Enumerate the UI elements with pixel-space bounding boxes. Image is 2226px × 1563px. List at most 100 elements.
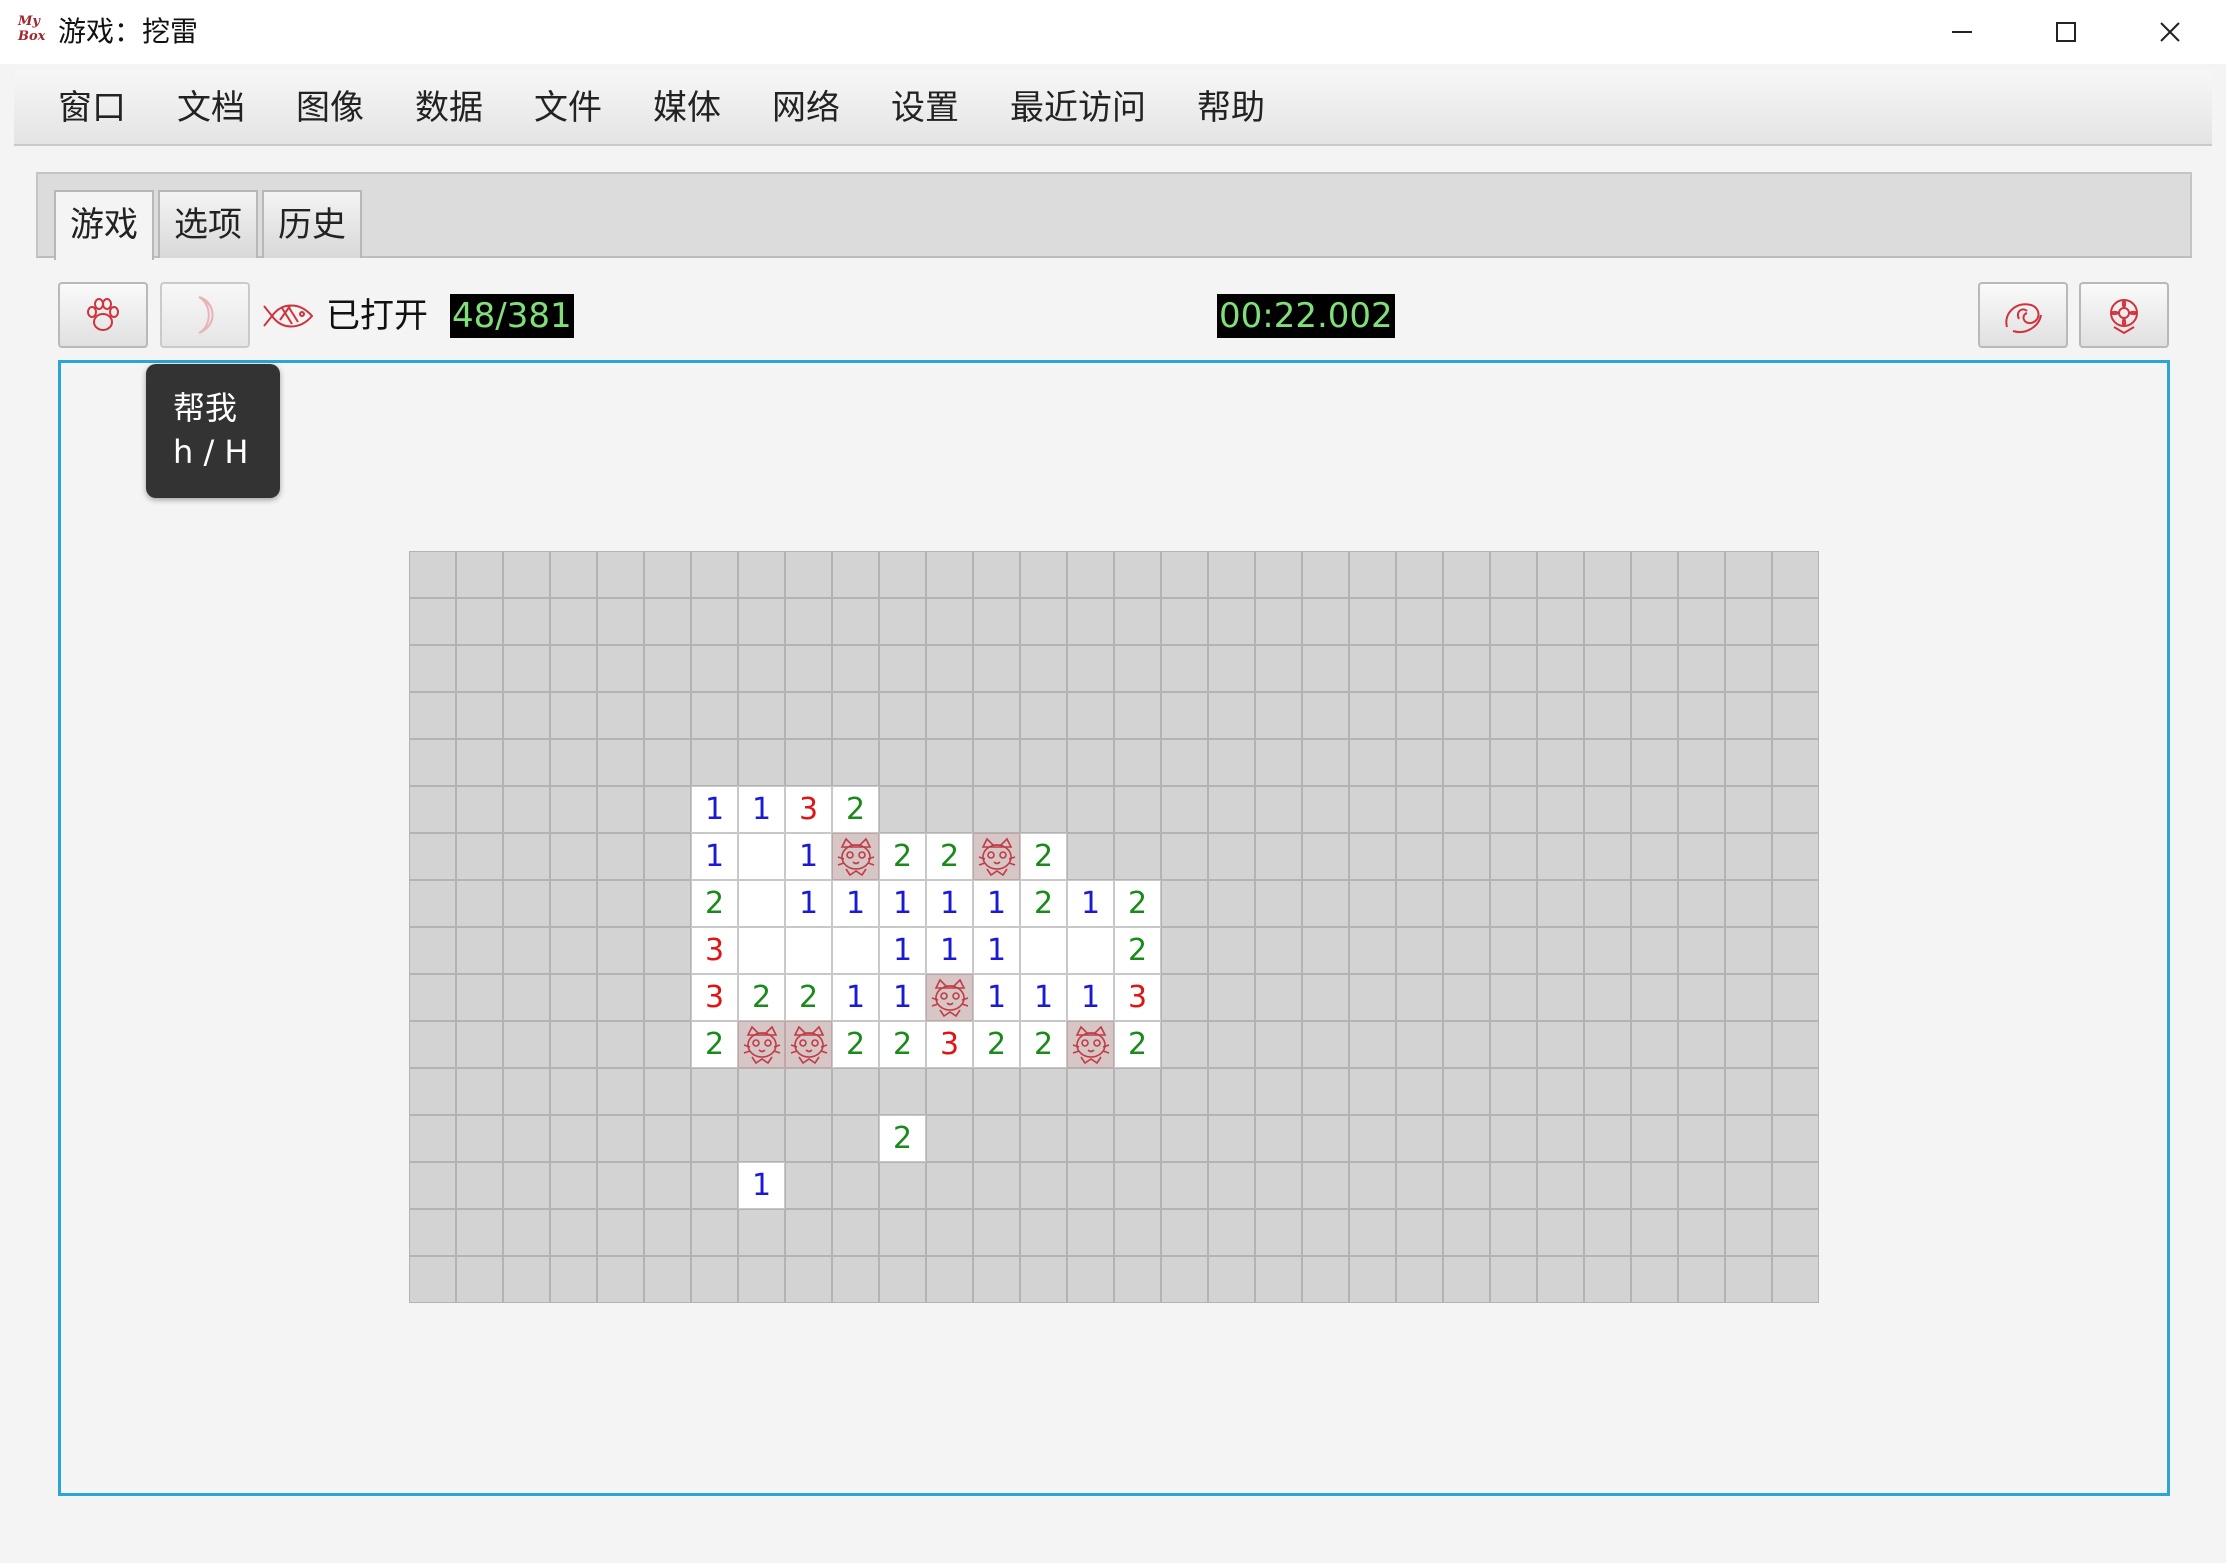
grid-cell[interactable] — [832, 551, 879, 598]
grid-cell[interactable] — [644, 1068, 691, 1115]
grid-cell[interactable] — [1349, 645, 1396, 692]
grid-cell[interactable] — [550, 880, 597, 927]
grid-cell[interactable] — [1349, 786, 1396, 833]
grid-cell[interactable] — [1067, 1209, 1114, 1256]
grid-cell[interactable] — [1772, 880, 1819, 927]
grid-cell[interactable] — [1208, 1209, 1255, 1256]
grid-cell-number[interactable]: 1 — [785, 833, 832, 880]
grid-cell[interactable] — [503, 645, 550, 692]
grid-cell[interactable] — [503, 880, 550, 927]
grid-cell[interactable] — [785, 1068, 832, 1115]
grid-cell[interactable] — [1725, 833, 1772, 880]
grid-cell[interactable] — [1631, 739, 1678, 786]
grid-cell[interactable] — [1584, 1256, 1631, 1303]
grid-cell-number[interactable]: 2 — [1020, 833, 1067, 880]
grid-cell[interactable] — [1772, 1021, 1819, 1068]
grid-cell[interactable] — [456, 692, 503, 739]
grid-cell[interactable] — [1067, 551, 1114, 598]
grid-cell[interactable] — [1678, 1115, 1725, 1162]
grid-cell[interactable] — [409, 551, 456, 598]
grid-cell[interactable] — [1537, 1115, 1584, 1162]
grid-cell-empty[interactable] — [785, 927, 832, 974]
grid-cell[interactable] — [1725, 786, 1772, 833]
grid-cell[interactable] — [926, 1209, 973, 1256]
grid-cell[interactable] — [1255, 1115, 1302, 1162]
grid-cell[interactable] — [1396, 598, 1443, 645]
grid-cell[interactable] — [1678, 692, 1725, 739]
grid-cell[interactable] — [503, 1256, 550, 1303]
close-button[interactable] — [2118, 0, 2222, 64]
grid-cell[interactable] — [550, 974, 597, 1021]
grid-cell[interactable] — [1020, 1162, 1067, 1209]
grid-cell[interactable] — [1020, 786, 1067, 833]
grid-cell-number[interactable]: 1 — [973, 927, 1020, 974]
grid-cell[interactable] — [1020, 1209, 1067, 1256]
grid-cell[interactable] — [1537, 1256, 1584, 1303]
grid-cell[interactable] — [1725, 598, 1772, 645]
grid-cell[interactable] — [1443, 880, 1490, 927]
grid-cell[interactable] — [1208, 786, 1255, 833]
grid-cell[interactable] — [456, 598, 503, 645]
grid-cell[interactable] — [1631, 1209, 1678, 1256]
grid-cell[interactable] — [503, 1021, 550, 1068]
grid-cell[interactable] — [1537, 880, 1584, 927]
grid-cell[interactable] — [644, 1256, 691, 1303]
grid-cell[interactable] — [973, 645, 1020, 692]
menu-image[interactable]: 图像 — [296, 70, 364, 146]
grid-cell[interactable] — [1114, 1209, 1161, 1256]
grid-cell[interactable] — [691, 598, 738, 645]
grid-cell-number[interactable]: 2 — [926, 833, 973, 880]
grid-cell[interactable] — [1302, 739, 1349, 786]
grid-cell[interactable] — [973, 1256, 1020, 1303]
grid-cell[interactable] — [456, 1068, 503, 1115]
menu-document[interactable]: 文档 — [177, 70, 245, 146]
grid-cell[interactable] — [1208, 833, 1255, 880]
grid-cell[interactable] — [1161, 692, 1208, 739]
grid-cell[interactable] — [1631, 1068, 1678, 1115]
grid-cell-empty[interactable] — [832, 927, 879, 974]
grid-cell[interactable] — [1725, 1209, 1772, 1256]
grid-cell[interactable] — [456, 833, 503, 880]
grid-cell[interactable] — [879, 786, 926, 833]
grid-cell[interactable] — [1302, 974, 1349, 1021]
grid-cell-number[interactable]: 2 — [738, 974, 785, 1021]
cat-face-icon[interactable] — [832, 833, 879, 880]
grid-cell[interactable] — [1114, 833, 1161, 880]
grid-cell[interactable] — [1443, 739, 1490, 786]
grid-cell-number[interactable]: 1 — [785, 880, 832, 927]
grid-cell[interactable] — [597, 692, 644, 739]
grid-cell[interactable] — [1208, 974, 1255, 1021]
grid-cell[interactable] — [1772, 692, 1819, 739]
grid-cell[interactable] — [1067, 1162, 1114, 1209]
grid-cell[interactable] — [550, 551, 597, 598]
grid-cell[interactable] — [973, 1162, 1020, 1209]
grid-cell[interactable] — [644, 880, 691, 927]
grid-cell[interactable] — [1631, 1162, 1678, 1209]
grid-cell[interactable] — [597, 833, 644, 880]
grid-cell[interactable] — [1631, 692, 1678, 739]
grid-cell-empty[interactable] — [1020, 927, 1067, 974]
grid-cell[interactable] — [1161, 880, 1208, 927]
grid-cell[interactable] — [1631, 1115, 1678, 1162]
grid-cell[interactable] — [1537, 974, 1584, 1021]
grid-cell[interactable] — [926, 645, 973, 692]
grid-cell[interactable] — [456, 1162, 503, 1209]
grid-cell[interactable] — [1396, 1021, 1443, 1068]
grid-cell-number[interactable]: 2 — [973, 1021, 1020, 1068]
grid-cell[interactable] — [879, 1209, 926, 1256]
grid-cell-number[interactable]: 3 — [926, 1021, 973, 1068]
grid-cell[interactable] — [1161, 1209, 1208, 1256]
grid-cell[interactable] — [1161, 974, 1208, 1021]
grid-cell[interactable] — [503, 1209, 550, 1256]
grid-cell[interactable] — [1537, 692, 1584, 739]
grid-cell[interactable] — [456, 739, 503, 786]
grid-cell[interactable] — [644, 974, 691, 1021]
grid-cell[interactable] — [597, 551, 644, 598]
grid-cell[interactable] — [1678, 1209, 1725, 1256]
grid-cell[interactable] — [1020, 1256, 1067, 1303]
grid-cell[interactable] — [1349, 1115, 1396, 1162]
grid-cell[interactable] — [1537, 833, 1584, 880]
grid-cell[interactable] — [785, 1162, 832, 1209]
grid-cell[interactable] — [1584, 1115, 1631, 1162]
grid-cell[interactable] — [785, 551, 832, 598]
